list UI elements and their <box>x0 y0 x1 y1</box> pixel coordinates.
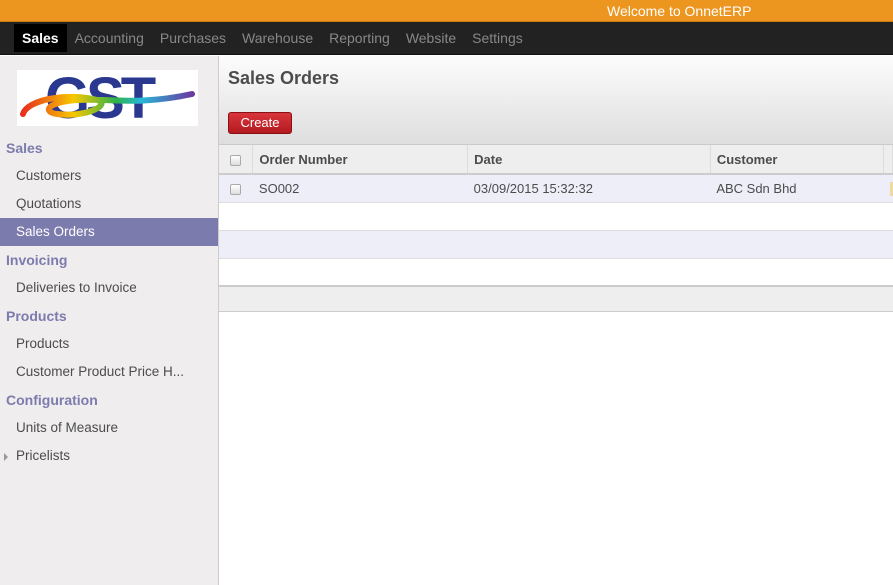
menu-reporting[interactable]: Reporting <box>321 24 398 52</box>
menu-sales[interactable]: Sales <box>14 24 67 52</box>
table-header-row: Order Number Date Customer <box>219 145 893 175</box>
column-date[interactable]: Date <box>467 145 711 175</box>
sidebar-section-configuration: Configuration <box>6 392 98 408</box>
gst-logo-icon: GST <box>20 70 195 126</box>
page-title: Sales Orders <box>228 68 340 88</box>
sidebar-item-quotations[interactable]: Quotations <box>0 190 218 218</box>
empty-row <box>219 258 893 287</box>
sidebar-item-products[interactable]: Products <box>0 330 218 358</box>
menu-purchases[interactable]: Purchases <box>152 24 234 52</box>
select-all-cell <box>219 145 254 175</box>
sidebar-item-deliveries-to-invoice[interactable]: Deliveries to Invoice <box>0 274 218 302</box>
column-customer[interactable]: Customer <box>710 145 885 175</box>
company-logo[interactable]: GST <box>17 70 198 126</box>
welcome-text: Welcome to OnnetERP <box>607 3 752 19</box>
menu-settings[interactable]: Settings <box>464 24 531 52</box>
expand-caret-icon[interactable] <box>4 453 8 461</box>
top-banner: Welcome to OnnetERP <box>0 0 893 22</box>
column-extra <box>883 145 893 175</box>
sidebar-section-sales: Sales <box>6 140 43 156</box>
sidebar-item-customer-product-price[interactable]: Customer Product Price H... <box>0 358 218 386</box>
select-all-checkbox[interactable] <box>230 154 241 166</box>
column-order-number[interactable]: Order Number <box>252 145 469 175</box>
orders-table: Order Number Date Customer SO002 03/09/2… <box>219 145 893 312</box>
sidebar-item-pricelists[interactable]: Pricelists <box>0 442 218 470</box>
main-content: Sales Orders Create Order Number Date Cu… <box>219 56 893 585</box>
sidebar: GST Sales Customers Quotations Sales Ord… <box>0 56 219 585</box>
order-number-cell[interactable]: SO002 <box>252 174 468 203</box>
row-checkbox[interactable] <box>230 183 241 195</box>
sidebar-item-pricelists-label: Pricelists <box>16 448 71 463</box>
sidebar-item-units-of-measure[interactable]: Units of Measure <box>0 414 218 442</box>
table-footer <box>219 285 893 312</box>
menu-warehouse[interactable]: Warehouse <box>234 24 321 52</box>
customer-cell[interactable]: ABC Sdn Bhd <box>710 174 884 203</box>
menu-website[interactable]: Website <box>398 24 464 52</box>
status-marker-cell <box>883 174 893 203</box>
empty-row <box>219 202 893 231</box>
row-select-cell <box>219 174 253 203</box>
sidebar-item-customers[interactable]: Customers <box>0 162 218 190</box>
menu-accounting[interactable]: Accounting <box>67 24 152 52</box>
control-panel: Sales Orders Create <box>219 56 893 145</box>
sidebar-section-invoicing: Invoicing <box>6 252 68 268</box>
empty-row <box>219 230 893 259</box>
sidebar-section-products: Products <box>6 308 67 324</box>
status-marker <box>889 182 893 197</box>
sidebar-item-sales-orders[interactable]: Sales Orders <box>0 218 218 246</box>
main-menu: Sales Accounting Purchases Warehouse Rep… <box>0 22 893 55</box>
create-button[interactable]: Create <box>228 112 292 134</box>
table-row[interactable]: SO002 03/09/2015 15:32:32 ABC Sdn Bhd <box>219 174 893 203</box>
date-cell[interactable]: 03/09/2015 15:32:32 <box>467 174 711 203</box>
